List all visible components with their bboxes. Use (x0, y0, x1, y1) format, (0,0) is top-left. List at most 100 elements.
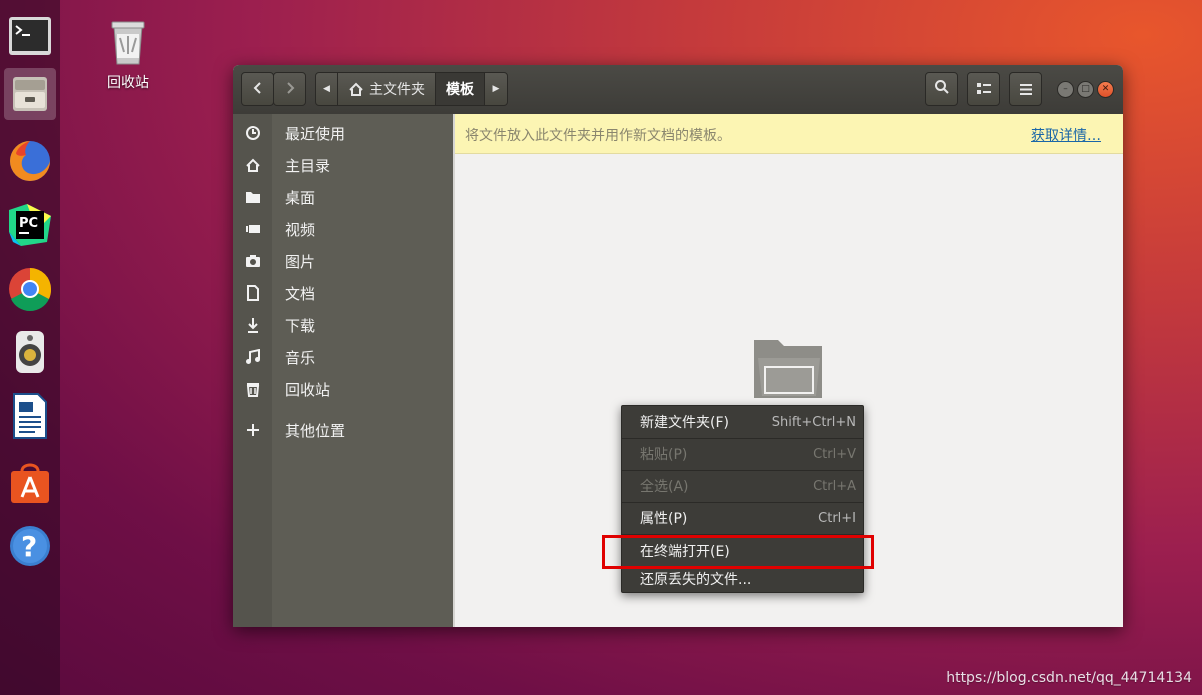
writer-icon (10, 392, 50, 440)
path-scroll-right[interactable]: ▶ (485, 73, 507, 105)
back-button[interactable] (241, 72, 274, 106)
dock-pycharm[interactable]: PC (4, 199, 56, 251)
info-bar: 将文件放入此文件夹并用作新文档的模板。 获取详情… (455, 114, 1123, 154)
sidebar-item-home[interactable]: 主目录 (233, 149, 453, 181)
desktop-trash-label: 回收站 (107, 75, 149, 91)
sidebar-item-label: 其他位置 (285, 421, 346, 440)
dock-software[interactable] (4, 456, 56, 508)
menu-button[interactable] (1009, 72, 1042, 106)
breadcrumb-home-label: 主文件夹 (369, 82, 425, 98)
menu-item-shortcut: Shift+Ctrl+N (771, 414, 856, 430)
breadcrumb-current[interactable]: 模板 (436, 73, 485, 105)
chrome-icon (7, 266, 53, 312)
sidebar-item-recent[interactable]: 最近使用 (233, 117, 453, 149)
close-icon: ✕ (1101, 84, 1110, 94)
sidebar-item-label: 视频 (285, 220, 316, 239)
hamburger-icon (1019, 80, 1032, 99)
folder-icon (233, 190, 272, 204)
breadcrumb-current-label: 模板 (446, 82, 474, 98)
pycharm-icon: PC (7, 202, 53, 248)
menu-item-select-all[interactable]: 全选(A) Ctrl+A (622, 471, 863, 501)
chevron-right-icon (284, 80, 296, 99)
breadcrumb: ◀ 主文件夹 模板 ▶ (315, 72, 508, 106)
speaker-icon (10, 329, 50, 375)
document-icon (233, 285, 272, 301)
home-icon (233, 158, 272, 173)
file-manager-icon (10, 74, 50, 114)
info-bar-link[interactable]: 获取详情… (1031, 125, 1101, 145)
dock-firefox[interactable] (4, 135, 56, 187)
help-icon: ? (8, 524, 52, 568)
menu-item-shortcut: Ctrl+V (813, 446, 856, 462)
dock-rhythmbox[interactable] (4, 326, 56, 378)
sidebar-item-label: 下载 (285, 316, 316, 335)
dock-files[interactable] (4, 68, 56, 120)
pycharm-text: PC (19, 216, 38, 231)
sidebar-item-label: 文档 (285, 284, 316, 303)
sidebar: 最近使用 主目录 桌面 视频 图片 文档 下载 音乐 回收站 其他位置 (233, 114, 453, 627)
close-button[interactable]: ✕ (1097, 81, 1114, 98)
menu-item-paste[interactable]: 粘贴(P) Ctrl+V (622, 439, 863, 469)
desktop-trash[interactable]: 回收站 (100, 18, 156, 92)
sidebar-item-documents[interactable]: 文档 (233, 277, 453, 309)
watermark: https://blog.csdn.net/qq_44714134 (946, 670, 1192, 686)
menu-item-label: 粘贴(P) (640, 447, 688, 463)
sidebar-item-desktop[interactable]: 桌面 (233, 181, 453, 213)
plus-icon (233, 423, 272, 437)
sidebar-item-downloads[interactable]: 下载 (233, 309, 453, 341)
chevron-left-icon (252, 80, 264, 99)
sidebar-item-label: 最近使用 (285, 124, 346, 143)
menu-item-shortcut: Ctrl+A (813, 478, 856, 494)
dock-help[interactable]: ? (4, 520, 56, 572)
sidebar-item-videos[interactable]: 视频 (233, 213, 453, 245)
sidebar-item-other-locations[interactable]: 其他位置 (233, 414, 453, 446)
software-center-icon (8, 459, 52, 505)
firefox-icon (8, 139, 52, 183)
triangle-right-icon: ▶ (492, 84, 500, 94)
empty-folder-icon (752, 336, 826, 404)
trash-can-icon (108, 21, 148, 70)
maximize-button[interactable]: □ (1077, 81, 1094, 98)
terminal-icon (8, 16, 52, 56)
path-scroll-left[interactable]: ◀ (316, 73, 338, 105)
menu-item-new-folder[interactable]: 新建文件夹(F) Shift+Ctrl+N (622, 407, 863, 437)
list-view-icon (976, 80, 991, 99)
dock-chrome[interactable] (4, 263, 56, 315)
menu-item-label: 还原丢失的文件... (640, 572, 752, 588)
dock-writer[interactable] (4, 390, 56, 442)
sidebar-item-label: 桌面 (285, 188, 316, 207)
sidebar-item-label: 主目录 (285, 156, 331, 175)
menu-item-shortcut: Ctrl+I (818, 510, 856, 526)
music-icon (233, 349, 272, 365)
minimize-button[interactable]: – (1057, 81, 1074, 98)
camera-icon (233, 254, 272, 268)
home-icon (348, 82, 364, 97)
download-icon (233, 317, 272, 333)
sidebar-item-label: 音乐 (285, 348, 316, 367)
trash-icon (233, 381, 272, 397)
sidebar-item-label: 图片 (285, 252, 316, 271)
maximize-icon: □ (1081, 84, 1090, 94)
dock-terminal[interactable] (4, 10, 56, 62)
search-button[interactable] (925, 72, 958, 106)
triangle-left-icon: ◀ (323, 84, 330, 94)
forward-button[interactable] (273, 72, 306, 106)
clock-icon (233, 125, 272, 141)
sidebar-item-pictures[interactable]: 图片 (233, 245, 453, 277)
info-bar-message: 将文件放入此文件夹并用作新文档的模板。 (465, 128, 731, 144)
annotation-highlight-box (602, 535, 874, 569)
dock: PC ? (0, 0, 60, 695)
video-icon (233, 223, 272, 235)
view-toggle-button[interactable] (967, 72, 1000, 106)
menu-item-label: 属性(P) (640, 511, 688, 527)
sidebar-item-music[interactable]: 音乐 (233, 341, 453, 373)
menu-item-label: 新建文件夹(F) (640, 415, 729, 431)
search-icon (934, 79, 950, 99)
menu-item-properties[interactable]: 属性(P) Ctrl+I (622, 503, 863, 533)
sidebar-item-label: 回收站 (285, 380, 331, 399)
sidebar-item-trash[interactable]: 回收站 (233, 373, 453, 405)
window-controls: – □ ✕ (1057, 81, 1114, 98)
breadcrumb-home[interactable]: 主文件夹 (338, 73, 436, 105)
minimize-icon: – (1063, 84, 1068, 94)
header-bar: ◀ 主文件夹 模板 ▶ – □ ✕ (233, 65, 1123, 115)
